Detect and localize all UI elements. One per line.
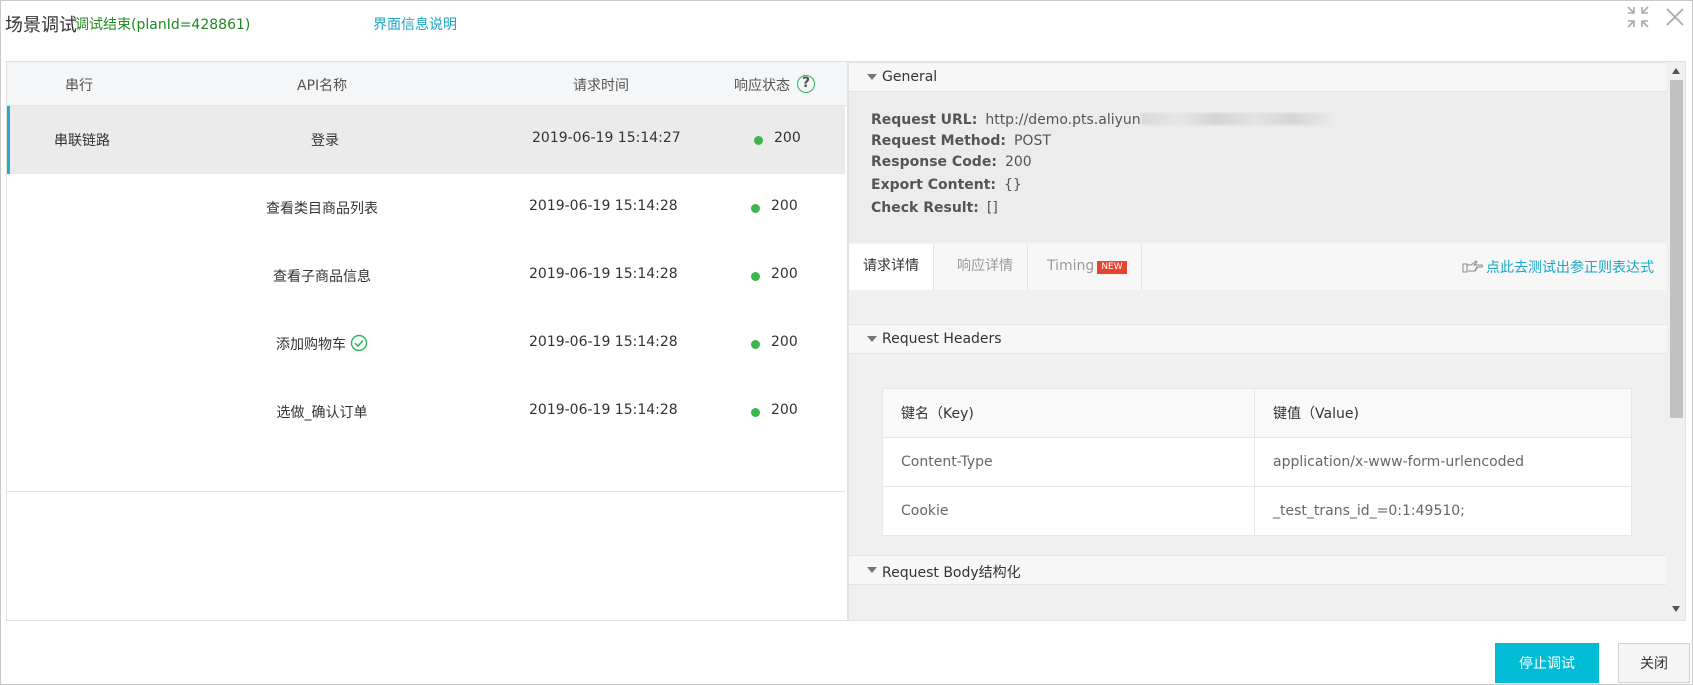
- triangle-down-icon: [867, 336, 877, 342]
- check-result-row: Check Result: []: [871, 200, 998, 216]
- hand-pointer-icon: [1462, 259, 1484, 273]
- title-bar: 场景调试 调试结束(planId=428861) 界面信息说明: [1, 1, 1692, 49]
- status-dot-icon: [754, 136, 763, 145]
- row-api-name: 添加购物车: [276, 337, 346, 353]
- tab-timing-label: Timing: [1047, 258, 1095, 274]
- close-button[interactable]: 关闭: [1618, 643, 1690, 683]
- stop-debug-button[interactable]: 停止调试: [1495, 643, 1599, 683]
- check-circle-icon: [350, 334, 368, 352]
- export-content-value: {}: [1004, 177, 1022, 193]
- status-dot-icon: [751, 340, 760, 349]
- triangle-down-icon: [867, 567, 877, 573]
- response-code-row: Response Code: 200: [871, 154, 1032, 170]
- request-url-row: Request URL: http://demo.pts.aliyun: [871, 112, 1331, 128]
- key-column-header: 键名（Key): [882, 388, 1255, 438]
- general-section-header[interactable]: General: [849, 62, 1666, 92]
- redacted-url-part: [1140, 113, 1331, 125]
- api-row-add-cart[interactable]: 添加购物车 2019-06-19 15:14:28 200: [7, 310, 845, 378]
- request-headers-section-header[interactable]: Request Headers: [849, 324, 1666, 354]
- collapse-icon[interactable]: [1625, 4, 1651, 30]
- response-code-value: 200: [1004, 154, 1032, 170]
- header-key: Cookie: [882, 486, 1255, 536]
- request-body-section-header[interactable]: Request Body结构化: [849, 555, 1666, 585]
- header-key: Content-Type: [882, 437, 1255, 487]
- header-value: _test_trans_id_=0:1:49510;: [1254, 486, 1632, 536]
- export-content-label: Export Content:: [871, 177, 997, 193]
- status-dot-icon: [751, 272, 760, 281]
- row-request-time: 2019-06-19 15:14:27: [532, 130, 681, 146]
- api-row-login[interactable]: 串联链路 登录 2019-06-19 15:14:27 200: [7, 106, 845, 174]
- help-icon[interactable]: ?: [797, 75, 815, 93]
- request-url-value: http://demo.pts.aliyun: [985, 112, 1141, 128]
- regex-link-text: 点此去测试出参正则表达式: [1486, 260, 1654, 276]
- status-dot-icon: [751, 204, 760, 213]
- dialog-title: 场景调试: [5, 15, 77, 36]
- value-column-header: 键值（Value): [1254, 388, 1632, 438]
- triangle-down-icon: [867, 74, 877, 80]
- check-result-value: []: [986, 200, 998, 216]
- close-icon[interactable]: [1662, 4, 1688, 30]
- table-header-row: 键名（Key) 键值（Value): [882, 388, 1632, 438]
- tab-request-detail[interactable]: 请求详情: [849, 244, 934, 290]
- request-body-title: Request Body结构化: [882, 565, 1021, 581]
- detail-tabs: 请求详情 响应详情 Timing NEW 点此去测试出参正则表达式: [849, 244, 1666, 290]
- request-method-row: Request Method: POST: [871, 133, 1051, 149]
- table-row: Cookie _test_trans_id_=0:1:49510;: [882, 486, 1632, 536]
- request-headers-title: Request Headers: [882, 331, 1002, 347]
- header-value: application/x-www-form-urlencoded: [1254, 437, 1632, 487]
- detail-scrollbar[interactable]: [1668, 62, 1685, 620]
- response-code-label: Response Code:: [871, 154, 997, 170]
- list-divider: [7, 491, 845, 492]
- api-row-confirm-order[interactable]: 选做_确认订单 2019-06-19 15:14:28 200: [7, 378, 845, 446]
- table-row: Content-Type application/x-www-form-urle…: [882, 437, 1632, 487]
- tab-timing[interactable]: Timing NEW: [1033, 244, 1142, 290]
- row-request-time: 2019-06-19 15:14:28: [529, 266, 678, 282]
- header-serial: 串行: [65, 78, 93, 94]
- scroll-down-icon[interactable]: [1672, 606, 1680, 612]
- row-response-code: 200: [771, 334, 798, 350]
- debug-status-text: 调试结束(planId=428861): [75, 17, 251, 33]
- row-request-time: 2019-06-19 15:14:28: [529, 334, 678, 350]
- scroll-up-icon[interactable]: [1672, 68, 1680, 74]
- header-request-time: 请求时间: [573, 78, 629, 94]
- status-dot-icon: [751, 408, 760, 417]
- detail-panel: General Request URL: http://demo.pts.aliy…: [848, 61, 1686, 621]
- tab-response-detail[interactable]: 响应详情: [943, 244, 1028, 290]
- row-response-code: 200: [771, 266, 798, 282]
- row-request-time: 2019-06-19 15:14:28: [529, 402, 678, 418]
- request-url-label: Request URL:: [871, 112, 978, 128]
- request-method-value: POST: [1013, 133, 1051, 149]
- scroll-thumb[interactable]: [1670, 80, 1683, 418]
- check-result-label: Check Result:: [871, 200, 979, 216]
- row-response-code: 200: [771, 198, 798, 214]
- row-response-code: 200: [771, 402, 798, 418]
- general-section-body: Request URL: http://demo.pts.aliyun Reque…: [849, 92, 1666, 242]
- general-section-title: General: [882, 69, 938, 85]
- api-list-panel: 串行 API名称 请求时间 响应状态 ? 串联链路 登录 2019-06-19 …: [6, 61, 848, 621]
- regex-test-link[interactable]: 点此去测试出参正则表达式: [1462, 257, 1654, 277]
- header-response-status: 响应状态: [734, 78, 790, 94]
- request-method-label: Request Method:: [871, 133, 1006, 149]
- headers-table: 键名（Key) 键值（Value) Content-Type applicati…: [882, 388, 1632, 536]
- scene-debug-dialog: 场景调试 调试结束(planId=428861) 界面信息说明 串行 API名称…: [0, 0, 1693, 685]
- api-row-sub-item-info[interactable]: 查看子商品信息 2019-06-19 15:14:28 200: [7, 242, 845, 310]
- request-headers-body: 键名（Key) 键值（Value) Content-Type applicati…: [849, 355, 1666, 545]
- row-response-code: 200: [774, 130, 801, 146]
- interface-help-link[interactable]: 界面信息说明: [373, 14, 457, 34]
- new-badge: NEW: [1097, 261, 1127, 274]
- api-row-category-list[interactable]: 查看类目商品列表 2019-06-19 15:14:28 200: [7, 174, 845, 242]
- export-content-row: Export Content: {}: [871, 177, 1022, 193]
- row-request-time: 2019-06-19 15:14:28: [529, 198, 678, 214]
- header-api-name: API名称: [297, 78, 348, 94]
- api-list-header: 串行 API名称 请求时间 响应状态 ?: [7, 62, 847, 106]
